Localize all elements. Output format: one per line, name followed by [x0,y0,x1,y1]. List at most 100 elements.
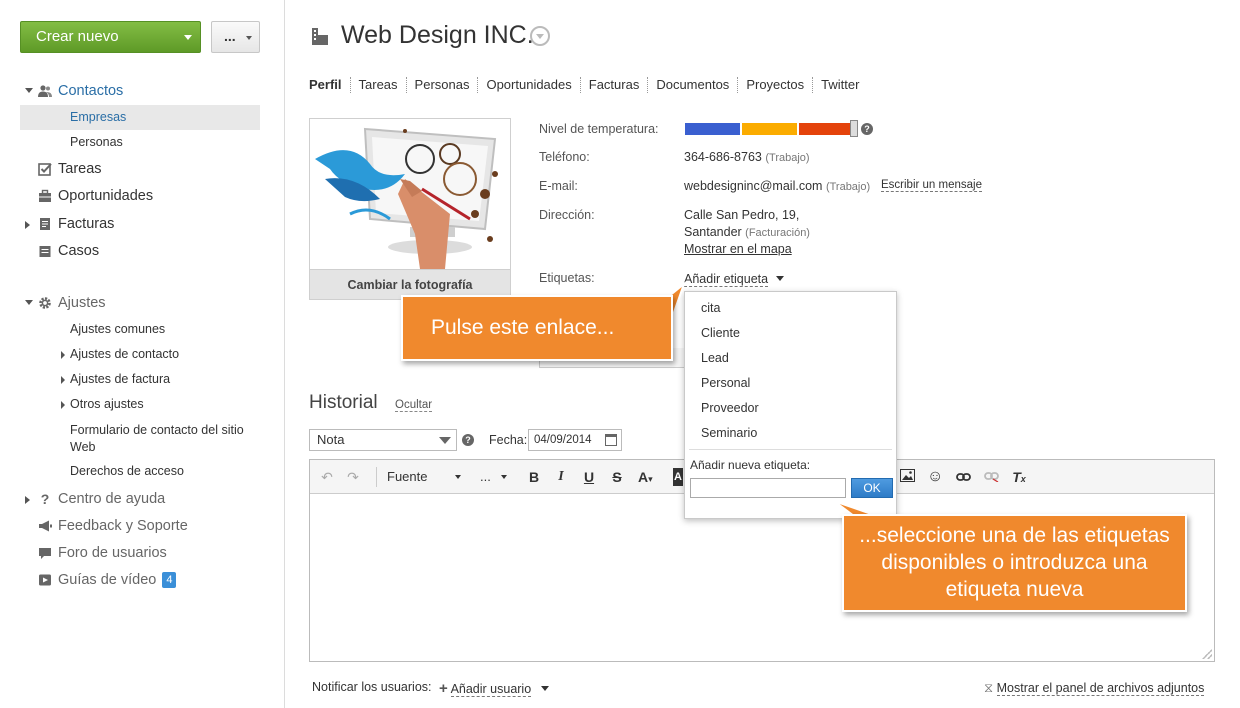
sidebar-item-label: Ajustes comunes [70,322,166,336]
tab-twitter[interactable]: Twitter [813,77,867,93]
more-actions-button[interactable]: ... [211,21,260,53]
tab-perfil[interactable]: Perfil [309,77,351,93]
tab-oportunidades[interactable]: Oportunidades [478,77,581,93]
sidebar-item-label: Casos [58,243,100,259]
strikethrough-icon[interactable]: S [609,468,625,486]
write-message-link[interactable]: Escribir un mensaje [881,179,982,192]
bold-icon[interactable]: B [526,468,542,486]
create-new-button[interactable]: Crear nuevo [20,21,201,53]
font-size-select[interactable]: ... [480,468,510,486]
sidebar-item-contactos[interactable]: Contactos [20,79,260,103]
help-icon[interactable]: ? [462,434,474,446]
unlink-icon[interactable] [983,468,999,486]
background-color-icon[interactable]: A [673,468,683,486]
sidebar-item-label: Ajustes de factura [70,372,171,386]
chevron-down-icon [540,686,549,691]
sidebar-item-label: Derechos de acceso [70,464,184,478]
underline-icon[interactable]: U [581,468,597,486]
title-menu-chevron-icon[interactable] [530,26,550,46]
add-user-link[interactable]: + Añadir usuario [439,680,549,697]
tab-proyectos[interactable]: Proyectos [738,77,814,93]
expand-arrow-icon[interactable] [25,496,30,504]
tab-tareas[interactable]: Tareas [351,77,407,93]
temperature-bar[interactable] [684,122,856,136]
tab-facturas[interactable]: Facturas [581,77,649,93]
tag-option-proveedor[interactable]: Proveedor [701,401,759,415]
sidebar-item-foro[interactable]: Foro de usuarios [20,541,260,565]
temperature-hot-segment[interactable] [798,122,856,136]
phone-value: 364-686-8763 (Trabajo) [684,150,810,164]
redo-icon[interactable]: ↷ [344,468,362,486]
tab-personas[interactable]: Personas [407,77,479,93]
chevron-down-icon [184,35,192,40]
clear-formatting-icon[interactable]: Tx [1011,468,1027,486]
sidebar-item-centro-ayuda[interactable]: ? Centro de ayuda [20,487,260,511]
temperature-label: Nivel de temperatura: [539,122,659,136]
tag-option-cliente[interactable]: Cliente [701,326,740,340]
expand-arrow-icon[interactable] [25,300,33,305]
new-tag-input[interactable] [690,478,846,498]
add-user-label: Añadir usuario [450,682,532,697]
temperature-slider-handle[interactable] [850,120,858,137]
sidebar-item-ajustes[interactable]: Ajustes [20,291,260,315]
editor-resize-handle[interactable] [1202,649,1212,659]
sidebar-item-label: Ajustes de contacto [70,347,180,361]
company-photo: Cambiar la fotografía [309,118,511,300]
undo-icon[interactable]: ↶ [318,468,336,486]
expand-arrow-icon[interactable] [61,351,65,359]
link-icon[interactable] [955,468,971,486]
expand-arrow-icon[interactable] [25,221,30,229]
help-icon[interactable]: ? [861,123,873,135]
sidebar-item-ajustes-factura[interactable]: Ajustes de factura [20,367,260,392]
sidebar-item-tareas[interactable]: Tareas [20,157,260,181]
tab-documentos[interactable]: Documentos [648,77,739,93]
expand-arrow-icon[interactable] [61,401,65,409]
sidebar-item-ajustes-comunes[interactable]: Ajustes comunes [20,317,260,342]
add-tag-label: Añadir etiqueta [684,272,769,287]
phone-type: (Trabajo) [765,152,810,164]
tag-option-personal[interactable]: Personal [701,376,750,390]
chevron-down-icon [455,475,461,479]
page-title: Web Design INC. [341,21,534,49]
show-attachments-link[interactable]: ⧖ Mostrar el panel de archivos adjuntos [984,680,1205,696]
sidebar-item-label: Contactos [58,83,124,99]
add-tag-link[interactable]: Añadir etiqueta [684,272,784,287]
callout-select-tag: ...seleccione una de las etiquetas dispo… [842,514,1187,612]
sidebar-item-label: Oportunidades [58,188,154,204]
history-type-select[interactable]: Nota [309,429,457,451]
expand-arrow-icon[interactable] [61,376,65,384]
task-check-icon [38,162,52,176]
temperature-cold-segment[interactable] [684,122,741,136]
sidebar-item-derechos-acceso[interactable]: Derechos de acceso [20,459,260,484]
sidebar-item-facturas[interactable]: Facturas [20,212,260,236]
sidebar-item-feedback[interactable]: Feedback y Soporte [20,514,260,538]
contacts-icon [38,84,52,98]
calendar-icon[interactable] [605,434,617,446]
show-map-link[interactable]: Mostrar en el mapa [684,242,792,256]
sidebar-item-label: Foro de usuarios [58,545,167,561]
sidebar-item-ajustes-contacto[interactable]: Ajustes de contacto [20,342,260,367]
image-icon[interactable] [899,468,915,486]
temperature-warm-segment[interactable] [741,122,798,136]
emoticon-icon[interactable]: ☺ [927,468,943,486]
tag-option-lead[interactable]: Lead [701,351,729,365]
font-color-icon[interactable]: A▾ [638,468,662,486]
sidebar-item-personas[interactable]: Personas [20,130,260,155]
tag-option-seminario[interactable]: Seminario [701,426,757,440]
sidebar-item-oportunidades[interactable]: Oportunidades [20,184,260,208]
sidebar-item-guias-video[interactable]: Guías de vídeo 4 [20,568,260,592]
tag-option-cita[interactable]: cita [701,301,720,315]
email-value: webdesigninc@mail.com (Trabajo) [684,179,870,193]
hide-history-link[interactable]: Ocultar [395,399,433,412]
address-line1: Calle San Pedro, 19, [684,208,800,222]
write-message-label: Escribir un mensaje [881,179,982,192]
sidebar-item-otros-ajustes[interactable]: Otros ajustes [20,392,260,417]
cases-icon [38,244,52,258]
italic-icon[interactable]: I [553,468,569,486]
sidebar-item-formulario-web[interactable]: Formulario de contacto del sitio Web [20,422,260,456]
expand-arrow-icon[interactable] [25,88,33,93]
sidebar-item-casos[interactable]: Casos [20,239,260,263]
gear-icon [38,296,52,310]
sidebar-item-empresas[interactable]: Empresas [20,105,260,130]
font-select[interactable]: Fuente [387,468,462,486]
